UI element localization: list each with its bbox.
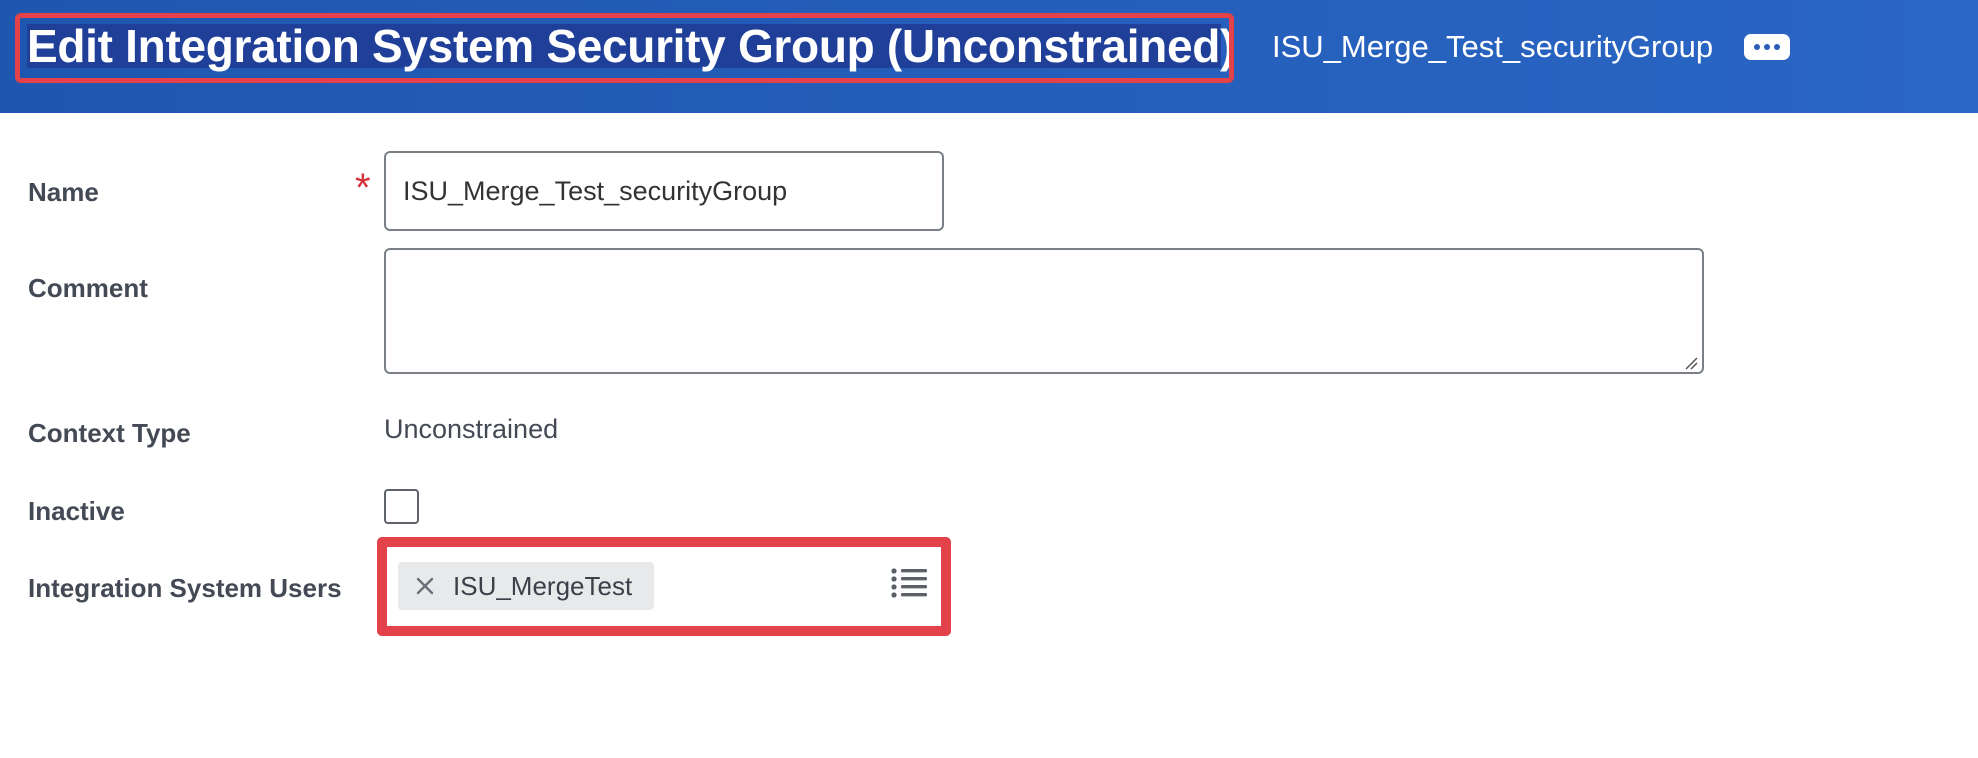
context-type-value: Unconstrained — [384, 414, 559, 444]
page-subtitle[interactable]: ISU_Merge_Test_securityGroup — [1272, 24, 1713, 70]
title-annotation-box — [15, 13, 1234, 83]
related-actions-button[interactable] — [1744, 34, 1790, 60]
ellipsis-icon — [1754, 44, 1760, 50]
integration-system-users-label: Integration System Users — [28, 573, 342, 603]
selected-user-pill[interactable]: ISU_MergeTest — [398, 562, 654, 610]
context-type-label: Context Type — [28, 418, 191, 448]
list-icon[interactable] — [891, 566, 927, 600]
page-header: Edit Integration System Security Group (… — [0, 0, 1978, 113]
ellipsis-icon-dot — [1774, 44, 1780, 50]
inactive-label: Inactive — [28, 496, 125, 526]
name-label: Name — [28, 177, 99, 207]
inactive-checkbox[interactable] — [384, 489, 419, 524]
resize-handle-icon[interactable] — [1684, 356, 1698, 370]
comment-textarea[interactable] — [384, 248, 1704, 374]
comment-label: Comment — [28, 273, 148, 303]
required-marker: * — [355, 166, 371, 210]
name-input[interactable] — [384, 151, 944, 231]
ellipsis-icon-dot — [1764, 44, 1770, 50]
selected-user-label: ISU_MergeTest — [453, 570, 633, 601]
close-icon[interactable] — [411, 572, 439, 600]
